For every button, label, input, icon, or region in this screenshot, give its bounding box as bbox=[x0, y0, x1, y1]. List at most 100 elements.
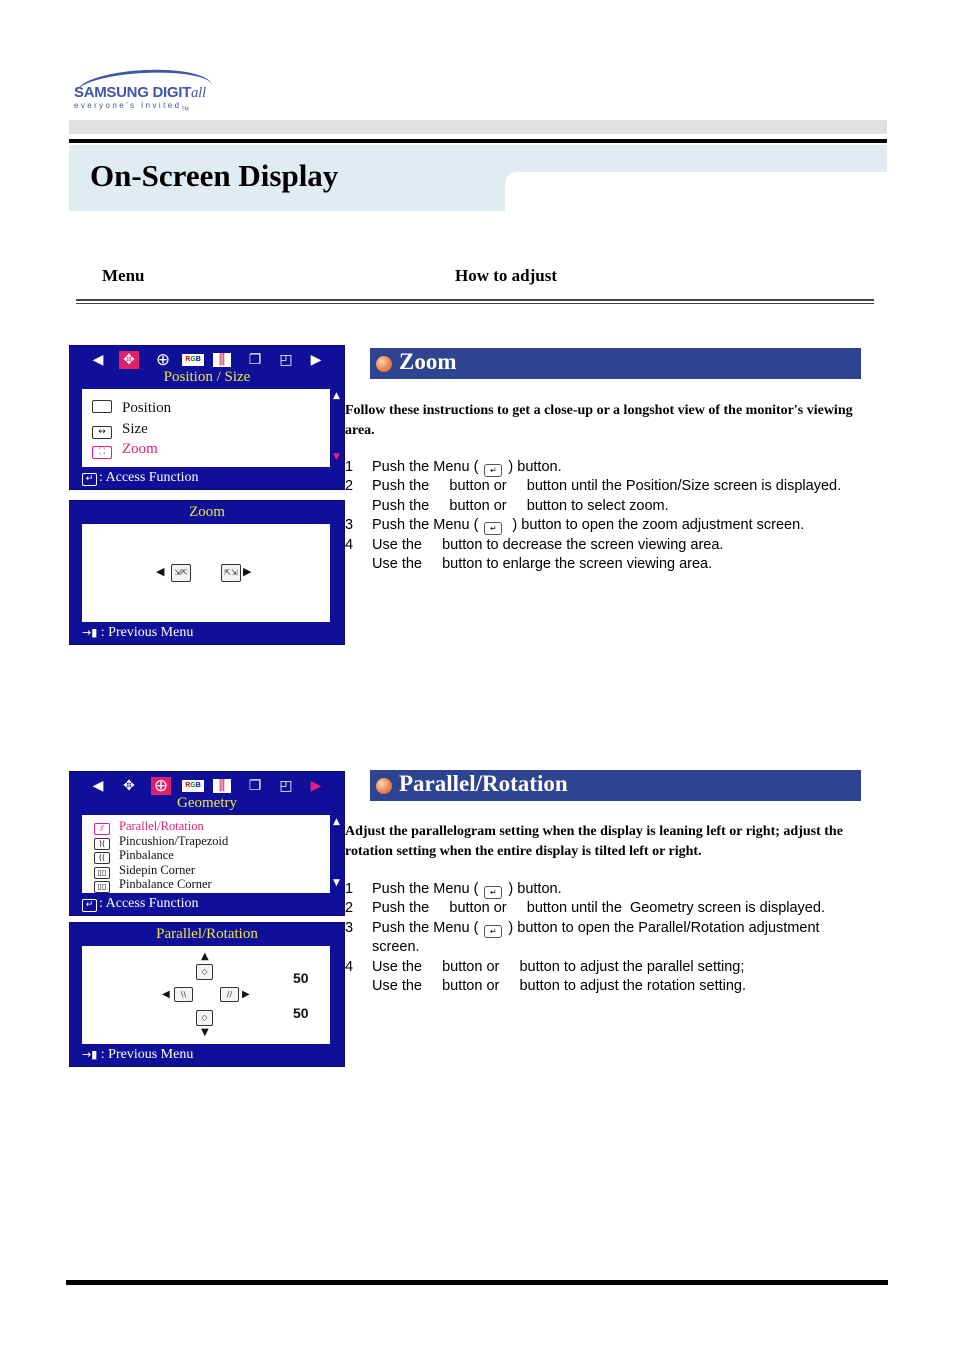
menu-enter-icon: ↵ bbox=[484, 886, 503, 899]
color-tab-icon[interactable]: RGB bbox=[182, 354, 204, 366]
rotation-cw-icon: ◇ bbox=[196, 964, 213, 980]
step-item: 4 Use the button or button to adjust the … bbox=[345, 958, 890, 977]
step-text: Push the button or button until the Geom… bbox=[372, 900, 825, 917]
step-text: screen. bbox=[372, 939, 420, 956]
scroll-up-arrow-icon[interactable]: ▲ bbox=[333, 817, 340, 827]
osd-next-tab-arrow-icon[interactable]: ▶ bbox=[306, 351, 326, 369]
step-item: 3 Push the Menu (↵ ) button to open the z… bbox=[345, 516, 890, 536]
osd-menu-list: Position ↔ Size ⛶ Zoom bbox=[82, 389, 330, 467]
section-heading-parallel-rotation: Parallel/Rotation bbox=[370, 770, 861, 801]
menu-enter-icon: ↵ bbox=[484, 464, 503, 477]
menu-item-label: Pincushion/Trapezoid bbox=[119, 833, 229, 848]
position-size-tab-icon[interactable]: ✥ bbox=[119, 351, 139, 369]
header-rule bbox=[69, 139, 887, 143]
osd-next-tab-arrow-icon[interactable]: ▶ bbox=[306, 777, 326, 795]
osd-adjust-title: Zoom bbox=[189, 504, 225, 520]
osd-menu-list: ⫽ Parallel/Rotation )(Pincushion/Trapezoi… bbox=[82, 815, 330, 893]
osd-menu-footer: ↵: Access Function bbox=[82, 470, 199, 486]
equalizer-tab-icon[interactable]: ⫼ bbox=[213, 779, 231, 793]
menu-enter-icon: ↵ bbox=[484, 522, 503, 536]
osd-adjust-footer: →▮ : Previous Menu bbox=[82, 1047, 193, 1063]
parallel-right-icon: // bbox=[220, 987, 239, 1002]
section-heading-zoom: Zoom bbox=[370, 348, 861, 379]
section-heading-text: Zoom bbox=[399, 349, 457, 374]
step-number: 1 bbox=[345, 881, 354, 897]
enter-icon: ↵ bbox=[82, 473, 97, 486]
rotation-value: 50 bbox=[293, 1005, 309, 1021]
osd-prev-tab-arrow-icon[interactable]: ◀ bbox=[88, 351, 108, 369]
logo-tagline: everyone's InvitedTM bbox=[74, 101, 189, 113]
step-number: 2 bbox=[345, 900, 354, 917]
parallel-value: 50 bbox=[293, 970, 309, 986]
osd-menu-item-pinbalance-corner[interactable]: ▯▯ Pinbalance Corner bbox=[94, 877, 212, 893]
logo-brand: SAMSUNG DIGITall bbox=[74, 84, 206, 102]
geometry-tab-icon[interactable]: ⊕ bbox=[151, 777, 171, 795]
column-header-rule-thin bbox=[76, 303, 874, 304]
window-tab-icon[interactable]: ◰ bbox=[276, 777, 296, 795]
step-item: Use the button or button to adjust the r… bbox=[345, 977, 890, 996]
osd-adjust-area: ◀ ⇲⇱ ⇱⇲ ▶ bbox=[82, 524, 330, 622]
step-text: Push the Menu ( bbox=[372, 881, 479, 897]
logo-tm: TM bbox=[181, 106, 189, 113]
step-item: 1 Push the Menu ( ↵ ) button. bbox=[345, 458, 890, 477]
zoom-out-icon: ⇲⇱ bbox=[171, 564, 191, 582]
scroll-up-arrow-icon[interactable]: ▲ bbox=[333, 391, 340, 401]
step-text: ) button. bbox=[508, 881, 562, 897]
step-text: Push the Menu ( bbox=[372, 459, 479, 475]
position-size-tab-icon[interactable]: ✥ bbox=[119, 777, 139, 795]
bullet-ball-icon bbox=[376, 356, 392, 372]
step-text: Push the button or button until the Posi… bbox=[372, 478, 842, 495]
osd-adjust-footer: →▮ : Previous Menu bbox=[82, 625, 193, 641]
copy-tab-icon[interactable]: ❐ bbox=[245, 351, 265, 369]
osd-prev-tab-arrow-icon[interactable]: ◀ bbox=[88, 777, 108, 795]
menu-item-label: Size bbox=[122, 421, 148, 437]
step-number: 3 bbox=[345, 919, 354, 936]
menu-item-label: Pinbalance bbox=[119, 848, 174, 862]
section-heading-text: Parallel/Rotation bbox=[399, 771, 568, 796]
scroll-down-arrow-icon[interactable]: ▼ bbox=[333, 452, 340, 462]
rotation-down-arrow-icon[interactable]: ▼ bbox=[201, 1027, 209, 1038]
position-icon bbox=[92, 400, 112, 413]
step-number: 2 bbox=[345, 478, 354, 495]
window-tab-icon[interactable]: ◰ bbox=[276, 351, 296, 369]
osd-menu-item-zoom[interactable]: ⛶ Zoom bbox=[92, 441, 158, 459]
color-tab-icon[interactable]: RGB bbox=[182, 780, 204, 792]
parallel-left-arrow-icon[interactable]: ◀ bbox=[162, 989, 170, 1000]
osd-menu-item-size[interactable]: ↔ Size bbox=[92, 421, 148, 439]
menu-enter-icon: ↵ bbox=[484, 924, 503, 938]
osd-menu-title: Position / Size bbox=[163, 369, 251, 385]
osd-adjust-title: Parallel/Rotation bbox=[156, 926, 258, 942]
step-item: Push the button or button to select zoom… bbox=[345, 497, 890, 516]
step-item: 4 Use the button to decrease the screen v… bbox=[345, 536, 890, 555]
osd-menu-item-position[interactable]: Position bbox=[92, 400, 171, 417]
samsung-logo: SAMSUNG DIGITall everyone's InvitedTM bbox=[70, 66, 215, 114]
step-text: Use the button to decrease the screen vi… bbox=[372, 536, 724, 553]
zoom-decrease-arrow-icon[interactable]: ◀ bbox=[156, 565, 164, 578]
step-list-zoom: 1 Push the Menu ( ↵ ) button. 2 Push the but… bbox=[345, 458, 890, 574]
osd-adjust-zoom: Zoom ◀ ⇲⇱ ⇱⇲ ▶ →▮ : Previous Menu bbox=[69, 500, 345, 645]
step-text: ) button. bbox=[508, 459, 562, 475]
scroll-down-arrow-icon[interactable]: ▼ bbox=[333, 878, 340, 888]
rotation-ccw-icon: ◇ bbox=[196, 1010, 213, 1026]
size-icon: ↔ bbox=[92, 426, 112, 439]
header-gray-bar bbox=[69, 120, 887, 134]
rotation-up-arrow-icon[interactable]: ▲ bbox=[201, 951, 209, 962]
equalizer-tab-icon[interactable]: ⫼ bbox=[213, 353, 231, 367]
zoom-increase-arrow-icon[interactable]: ▶ bbox=[243, 565, 251, 578]
geometry-tab-icon[interactable]: ⊕ bbox=[153, 351, 173, 369]
osd-menu-footer: ↵: Access Function bbox=[82, 896, 199, 912]
osd-adjust-parallel-rotation: Parallel/Rotation ▲ ◇ ◀ \\ // ▶ ◇ ▼ 50 5… bbox=[69, 922, 345, 1067]
parallel-right-arrow-icon[interactable]: ▶ bbox=[242, 989, 250, 1000]
enter-icon: ↵ bbox=[82, 899, 97, 912]
menu-item-label: Pinbalance Corner bbox=[119, 877, 212, 891]
osd-menu-geometry: ◀ ✥ ⊕ RGB ⫼ ❐ ◰ ▶ Geometry ⫽ Parallel/Rot… bbox=[69, 771, 345, 916]
step-text: Push the Menu ( bbox=[372, 919, 479, 936]
copy-tab-icon[interactable]: ❐ bbox=[245, 777, 265, 795]
column-header-how-to-adjust: How to adjust bbox=[455, 266, 558, 285]
bullet-ball-icon bbox=[376, 778, 392, 794]
step-text: Use the button or button to adjust the r… bbox=[372, 978, 747, 995]
column-header-rule bbox=[76, 299, 874, 301]
logo-brand-text: SAMSUNG DIGIT bbox=[74, 84, 191, 101]
footer-rule bbox=[66, 1280, 888, 1285]
step-number: 1 bbox=[345, 459, 354, 475]
